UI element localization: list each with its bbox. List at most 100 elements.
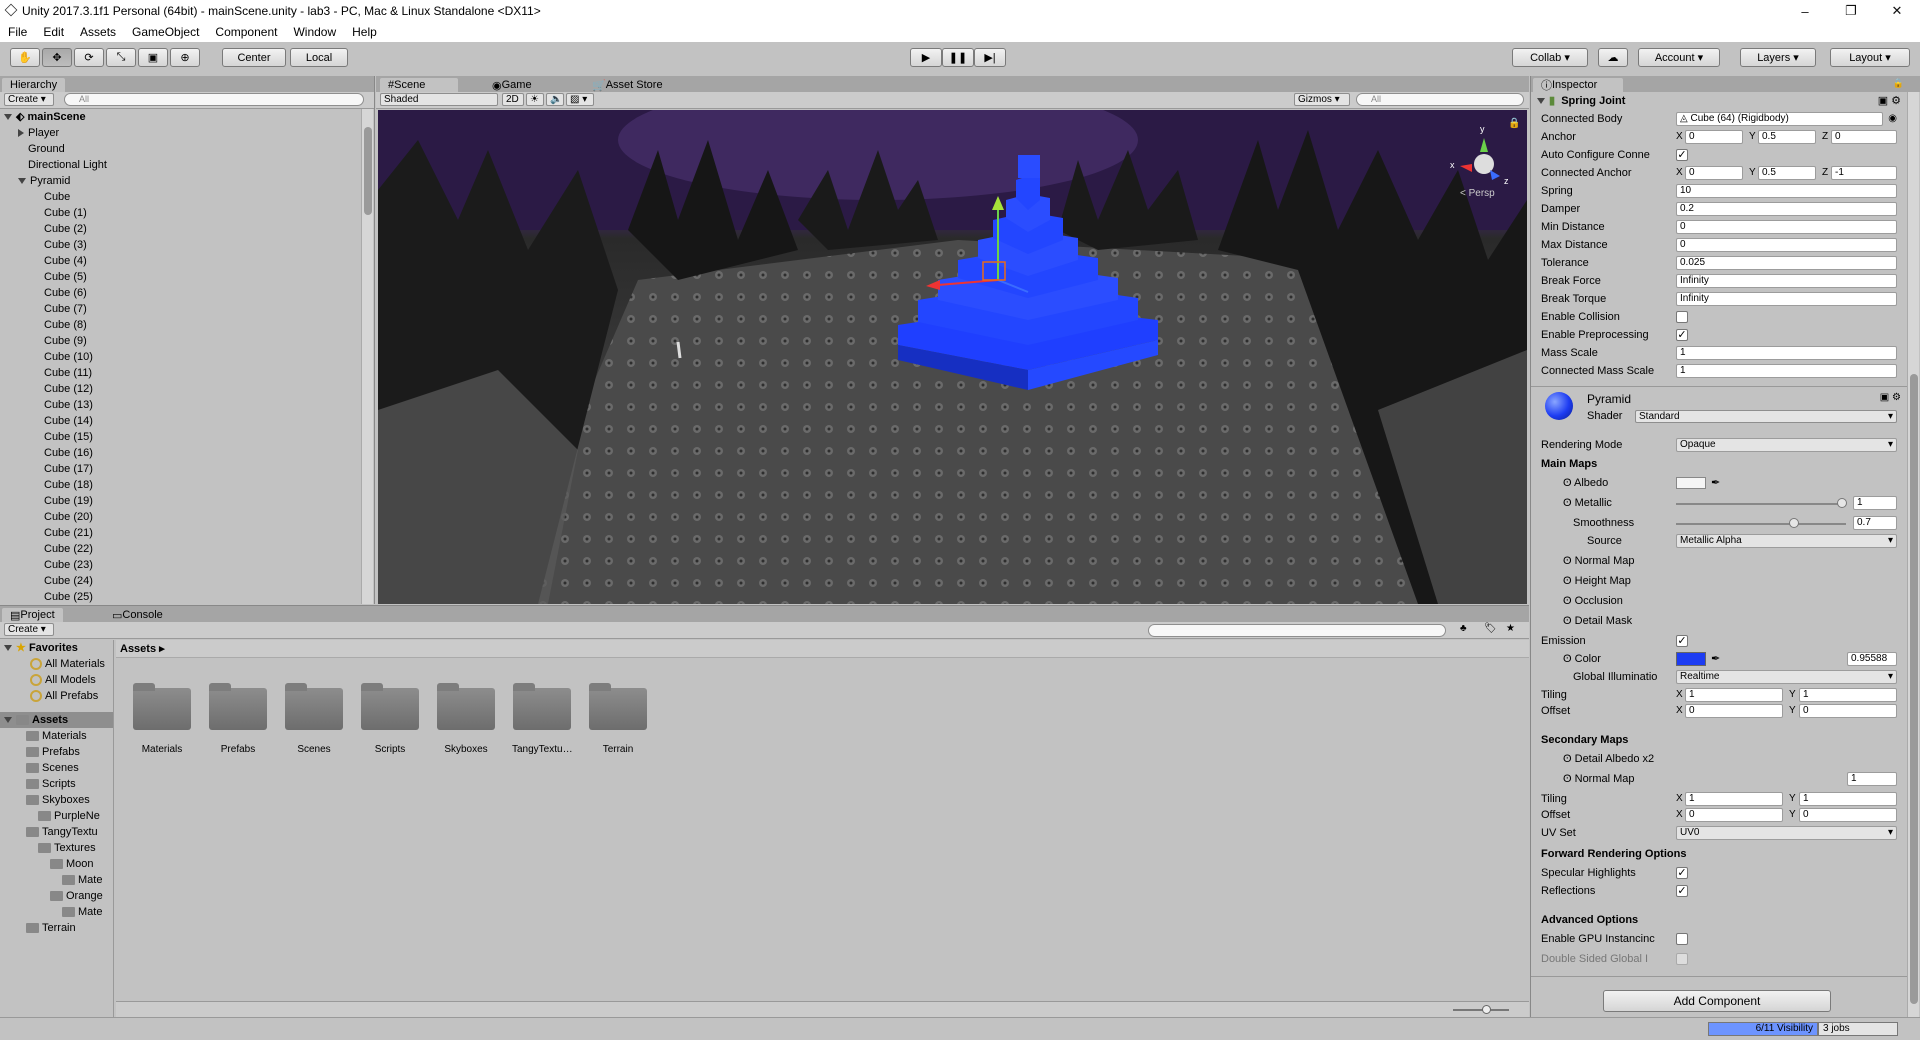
hierarchy-item[interactable]: Cube (5)	[44, 269, 87, 285]
account-dropdown[interactable]: Account ▾	[1638, 48, 1720, 67]
hierarchy-item[interactable]: Cube (10)	[44, 349, 93, 365]
scene-search-input[interactable]: All	[1356, 93, 1524, 106]
hierarchy-item[interactable]: Cube (2)	[44, 221, 87, 237]
expand-arrow-icon[interactable]	[18, 178, 26, 185]
expand-arrow-icon[interactable]	[4, 717, 12, 724]
hierarchy-item[interactable]: Cube (21)	[44, 525, 93, 541]
zoom-slider-knob[interactable]	[1482, 1005, 1491, 1014]
height-map-row[interactable]: ʘ Height Map	[1541, 572, 1897, 590]
emission-checkbox[interactable]: ✓	[1676, 635, 1688, 647]
filter-by-type-icon[interactable]: ♣	[1460, 623, 1467, 634]
hierarchy-item[interactable]: Cube (18)	[44, 477, 93, 493]
rotate-tool-icon[interactable]: ⟳	[74, 48, 104, 67]
tab-asset-store[interactable]: 🛒 Asset Store	[584, 78, 671, 92]
tiling2-x[interactable]: 1	[1685, 792, 1783, 806]
lock-icon[interactable]: 🔒	[1508, 118, 1520, 129]
expand-arrow-icon[interactable]	[4, 114, 12, 121]
tab-scene[interactable]: # Scene	[380, 78, 458, 92]
hierarchy-item[interactable]: Cube (17)	[44, 461, 93, 477]
field-value[interactable]: Infinity	[1676, 292, 1897, 306]
audio-toggle-icon[interactable]: 🔈	[546, 93, 564, 106]
hierarchy-item[interactable]: Player	[18, 125, 59, 141]
hierarchy-scrollbar[interactable]	[361, 109, 373, 604]
hierarchy-item[interactable]: Cube (9)	[44, 333, 87, 349]
step-button[interactable]: ▶|	[974, 48, 1006, 67]
field-value[interactable]: 0	[1676, 238, 1897, 252]
field-value[interactable]: 0	[1676, 220, 1897, 234]
tiling-x[interactable]: 1	[1685, 688, 1783, 702]
component-settings-icon[interactable]: ▣ ⚙	[1878, 92, 1901, 110]
tiling2-y[interactable]: 1	[1799, 792, 1897, 806]
connected-body-field[interactable]: ◬ Cube (64) (Rigidbody)	[1676, 112, 1883, 126]
project-folder-item[interactable]: Mate	[62, 872, 102, 888]
specular-checkbox[interactable]: ✓	[1676, 867, 1688, 879]
reflections-checkbox[interactable]: ✓	[1676, 885, 1688, 897]
detail-mask-row[interactable]: ʘ Detail Mask	[1541, 612, 1897, 630]
maximize-button[interactable]: ❐	[1828, 0, 1874, 22]
hierarchy-item[interactable]: Ground	[18, 141, 65, 157]
hierarchy-item[interactable]: Cube (16)	[44, 445, 93, 461]
normal-map-row[interactable]: ʘ Normal Map	[1541, 552, 1897, 570]
conn-anchor-x[interactable]: 0	[1685, 166, 1743, 180]
project-folder-item[interactable]: Skyboxes	[26, 792, 90, 808]
offset-x[interactable]: 0	[1685, 704, 1783, 718]
effects-dropdown-icon[interactable]: ▨ ▾	[566, 93, 594, 106]
occlusion-row[interactable]: ʘ Occlusion	[1541, 592, 1897, 610]
assets-root[interactable]: Assets	[0, 712, 113, 728]
hierarchy-item[interactable]: Cube (19)	[44, 493, 93, 509]
metallic-value[interactable]: 1	[1853, 496, 1897, 510]
gpu-instancing-checkbox[interactable]	[1676, 933, 1688, 945]
gizmos-dropdown[interactable]: Gizmos ▾	[1294, 93, 1350, 106]
add-component-button[interactable]: Add Component	[1603, 990, 1831, 1012]
project-folder-item[interactable]: Scenes	[26, 760, 79, 776]
enable-collision-checkbox[interactable]	[1676, 311, 1688, 323]
hierarchy-item[interactable]: Cube (14)	[44, 413, 93, 429]
project-folder-item[interactable]: Mate	[62, 904, 102, 920]
expand-arrow-icon[interactable]	[18, 129, 24, 138]
uv-set-dropdown[interactable]: UV0 ▾	[1676, 826, 1897, 840]
hand-tool-icon[interactable]: ✋	[10, 48, 40, 67]
play-button[interactable]: ▶	[910, 48, 942, 67]
anchor-x[interactable]: 0	[1685, 130, 1743, 144]
tab-game[interactable]: ◉ Game	[484, 78, 540, 92]
layout-dropdown[interactable]: Layout ▾	[1830, 48, 1910, 67]
favorite-item[interactable]: All Models	[30, 672, 96, 688]
tab-console[interactable]: ▭ Console	[104, 608, 171, 622]
close-button[interactable]: ✕	[1874, 0, 1920, 22]
metallic-slider-knob[interactable]	[1837, 498, 1847, 508]
field-value[interactable]: 10	[1676, 184, 1897, 198]
asset-folder[interactable]: Prefabs	[208, 683, 268, 755]
mass-scale-field[interactable]: 1	[1676, 346, 1897, 360]
tab-project[interactable]: ▤ Project	[2, 608, 63, 622]
gi-dropdown[interactable]: Realtime ▾	[1676, 670, 1897, 684]
shader-dropdown[interactable]: Standard ▾	[1635, 410, 1897, 423]
menu-component[interactable]: Component	[215, 25, 277, 39]
material-settings-icon[interactable]: ▣ ⚙	[1880, 392, 1901, 403]
lock-icon[interactable]: 🔒	[1893, 78, 1904, 89]
normal-map2-value[interactable]: 1	[1847, 772, 1897, 786]
rect-tool-icon[interactable]: ▣	[138, 48, 168, 67]
albedo-color-swatch[interactable]	[1676, 477, 1706, 489]
menu-help[interactable]: Help	[352, 25, 377, 39]
project-folder-item[interactable]: TangyTextu	[26, 824, 98, 840]
anchor-y[interactable]: 0.5	[1758, 130, 1816, 144]
source-dropdown[interactable]: Metallic Alpha ▾	[1676, 534, 1897, 548]
metallic-slider[interactable]	[1676, 503, 1846, 505]
menu-window[interactable]: Window	[293, 25, 336, 39]
scene-viewport[interactable]: y x z < Persp 🔒	[378, 110, 1527, 604]
offset2-x[interactable]: 0	[1685, 808, 1783, 822]
asset-folder[interactable]: TangyTextu…	[512, 683, 572, 755]
cloud-icon[interactable]: ☁	[1598, 48, 1628, 67]
jobs-counter[interactable]: 3 jobs	[1818, 1022, 1898, 1036]
hierarchy-item[interactable]: Cube (15)	[44, 429, 93, 445]
smoothness-slider-knob[interactable]	[1789, 518, 1799, 528]
2d-toggle[interactable]: 2D	[502, 93, 524, 106]
eyedropper-icon[interactable]: ✒	[1711, 650, 1720, 668]
project-folder-item[interactable]: Prefabs	[26, 744, 80, 760]
hierarchy-item[interactable]: Cube (13)	[44, 397, 93, 413]
conn-anchor-y[interactable]: 0.5	[1758, 166, 1816, 180]
project-folder-item[interactable]: Materials	[26, 728, 87, 744]
hierarchy-item[interactable]: Cube (6)	[44, 285, 87, 301]
detail-albedo-row[interactable]: ʘ Detail Albedo x2	[1541, 750, 1897, 768]
asset-folder[interactable]: Skyboxes	[436, 683, 496, 755]
